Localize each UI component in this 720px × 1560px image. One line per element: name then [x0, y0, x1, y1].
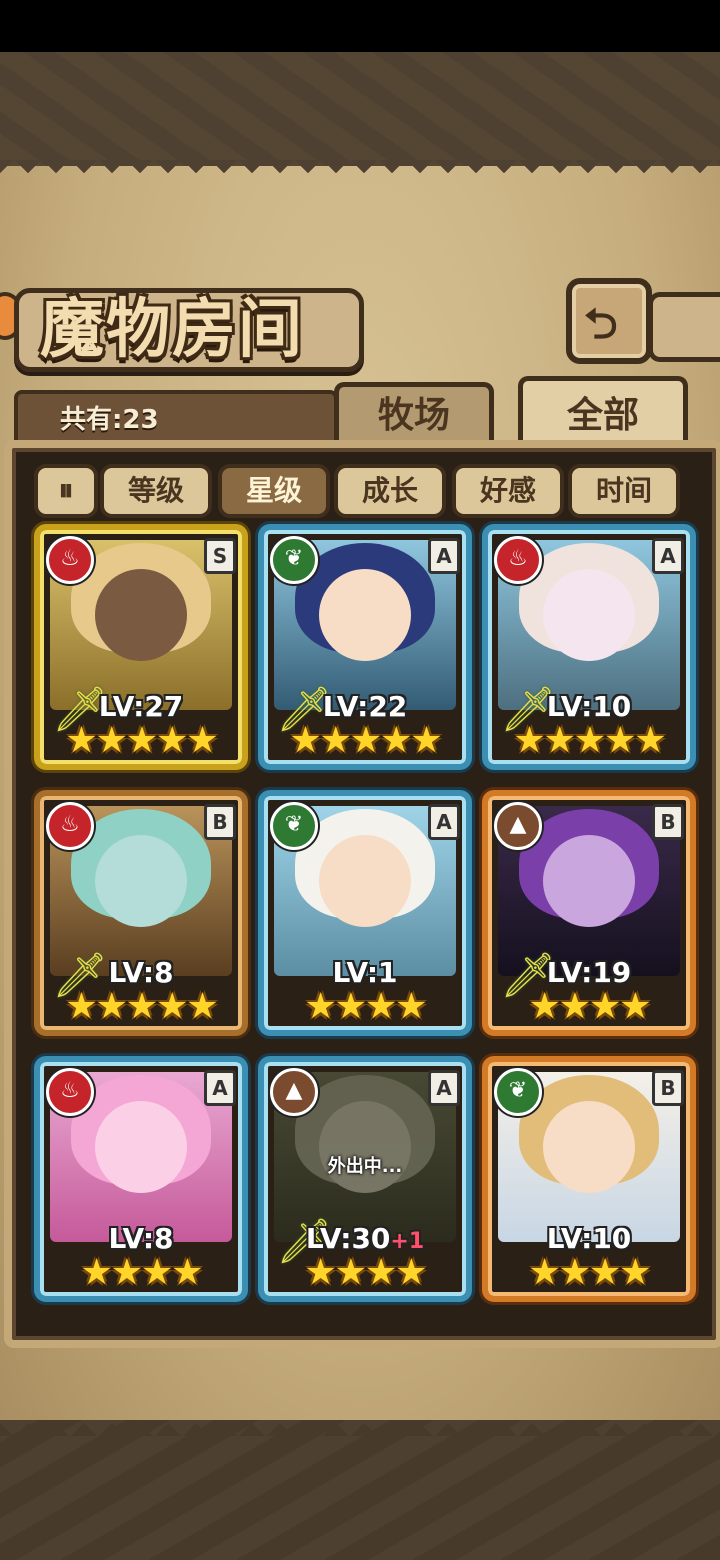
star-rating: ★★★★★: [65, 986, 218, 1027]
status-bar: [0, 0, 720, 52]
earth-element-icon: ▲: [270, 1068, 318, 1116]
tab-all-label: 全部: [566, 395, 639, 436]
fire-element-icon: ♨: [46, 802, 94, 850]
torn-edge-bottom: [0, 1412, 720, 1436]
monster-level: LV:10: [546, 690, 632, 723]
rank-badge: B: [204, 804, 236, 840]
filter-affection-label: 好感: [479, 474, 536, 507]
torn-edge-top: [0, 160, 720, 184]
rank-badge: A: [428, 1070, 460, 1106]
back-button[interactable]: ⮌: [566, 278, 652, 364]
filter-growth-label: 成长: [361, 474, 418, 507]
monster-card[interactable]: ♨ A 🗡 LV:10 ★★★★★: [482, 524, 696, 770]
sort-order-toggle[interactable]: ⏸: [34, 464, 98, 518]
back-rail: [648, 292, 720, 362]
filter-level-label: 等级: [127, 474, 184, 507]
fire-element-icon: ♨: [46, 536, 94, 584]
star-rating: ★★★★★: [289, 720, 442, 761]
monster-card[interactable]: ▲ A 外出中... 🗡 LV:30+1 ★★★★: [258, 1056, 472, 1302]
page-title: 魔物房间: [40, 292, 304, 367]
back-arrow-icon: ⮌: [584, 299, 618, 348]
rank-badge: A: [204, 1070, 236, 1106]
star-rating: ★★★★: [80, 1252, 203, 1293]
monster-card[interactable]: ♨ B 🗡 LV:8 ★★★★★: [34, 790, 248, 1036]
monster-count: 共有:23: [60, 405, 159, 435]
level-bonus: +1: [390, 1229, 425, 1254]
filter-time-label: 时间: [595, 474, 652, 507]
earth-element-icon: ▲: [494, 802, 542, 850]
monster-level-value: LV:30: [305, 1222, 391, 1255]
monster-level: LV:19: [546, 956, 632, 989]
filter-affection[interactable]: 好感: [452, 464, 564, 518]
monster-card[interactable]: ▲ B 🗡 LV:19 ★★★★: [482, 790, 696, 1036]
map-background-bottom: [0, 1420, 720, 1560]
star-rating: ★★★★: [528, 986, 651, 1027]
monster-level: LV:8: [108, 956, 174, 989]
star-rating: ★★★★: [304, 986, 427, 1027]
monster-level: LV:1: [332, 956, 398, 989]
rank-badge: B: [652, 1070, 684, 1106]
fire-element-icon: ♨: [494, 536, 542, 584]
leaf-element-icon: ❦: [270, 536, 318, 584]
tab-ranch[interactable]: 牧场: [334, 382, 494, 445]
monster-level: LV:8: [108, 1222, 174, 1255]
filter-time[interactable]: 时间: [568, 464, 680, 518]
away-status: 外出中...: [327, 1156, 403, 1177]
tab-ranch-label: 牧场: [377, 395, 450, 436]
fire-element-icon: ♨: [46, 1068, 94, 1116]
tab-all[interactable]: 全部: [518, 376, 688, 447]
monster-card[interactable]: ❦ B LV:10 ★★★★: [482, 1056, 696, 1302]
leaf-element-icon: ❦: [270, 802, 318, 850]
rank-badge: A: [428, 538, 460, 574]
filter-level[interactable]: 等级: [100, 464, 212, 518]
rank-badge: A: [652, 538, 684, 574]
star-rating: ★★★★: [528, 1252, 651, 1293]
filter-growth[interactable]: 成长: [334, 464, 446, 518]
monster-card[interactable]: ❦ A 🗡 LV:22 ★★★★★: [258, 524, 472, 770]
leaf-element-icon: ❦: [494, 1068, 542, 1116]
rank-badge: A: [428, 804, 460, 840]
monster-card[interactable]: ♨ A LV:8 ★★★★: [34, 1056, 248, 1302]
monster-card[interactable]: ❦ A LV:1 ★★★★: [258, 790, 472, 1036]
monster-level: LV:22: [322, 690, 408, 723]
pause-icon: ⏸: [58, 473, 74, 508]
rank-badge: B: [652, 804, 684, 840]
filter-star[interactable]: 星级: [218, 464, 330, 518]
monster-level: LV:30+1: [264, 1222, 466, 1255]
filter-star-label: 星级: [245, 474, 302, 507]
monster-level: LV:10: [546, 1222, 632, 1255]
monster-card[interactable]: ♨ S 🗡 LV:27 ★★★★★: [34, 524, 248, 770]
star-rating: ★★★★: [304, 1252, 427, 1293]
rank-badge: S: [204, 538, 236, 574]
monster-level: LV:27: [98, 690, 184, 723]
star-rating: ★★★★★: [513, 720, 666, 761]
star-rating: ★★★★★: [65, 720, 218, 761]
